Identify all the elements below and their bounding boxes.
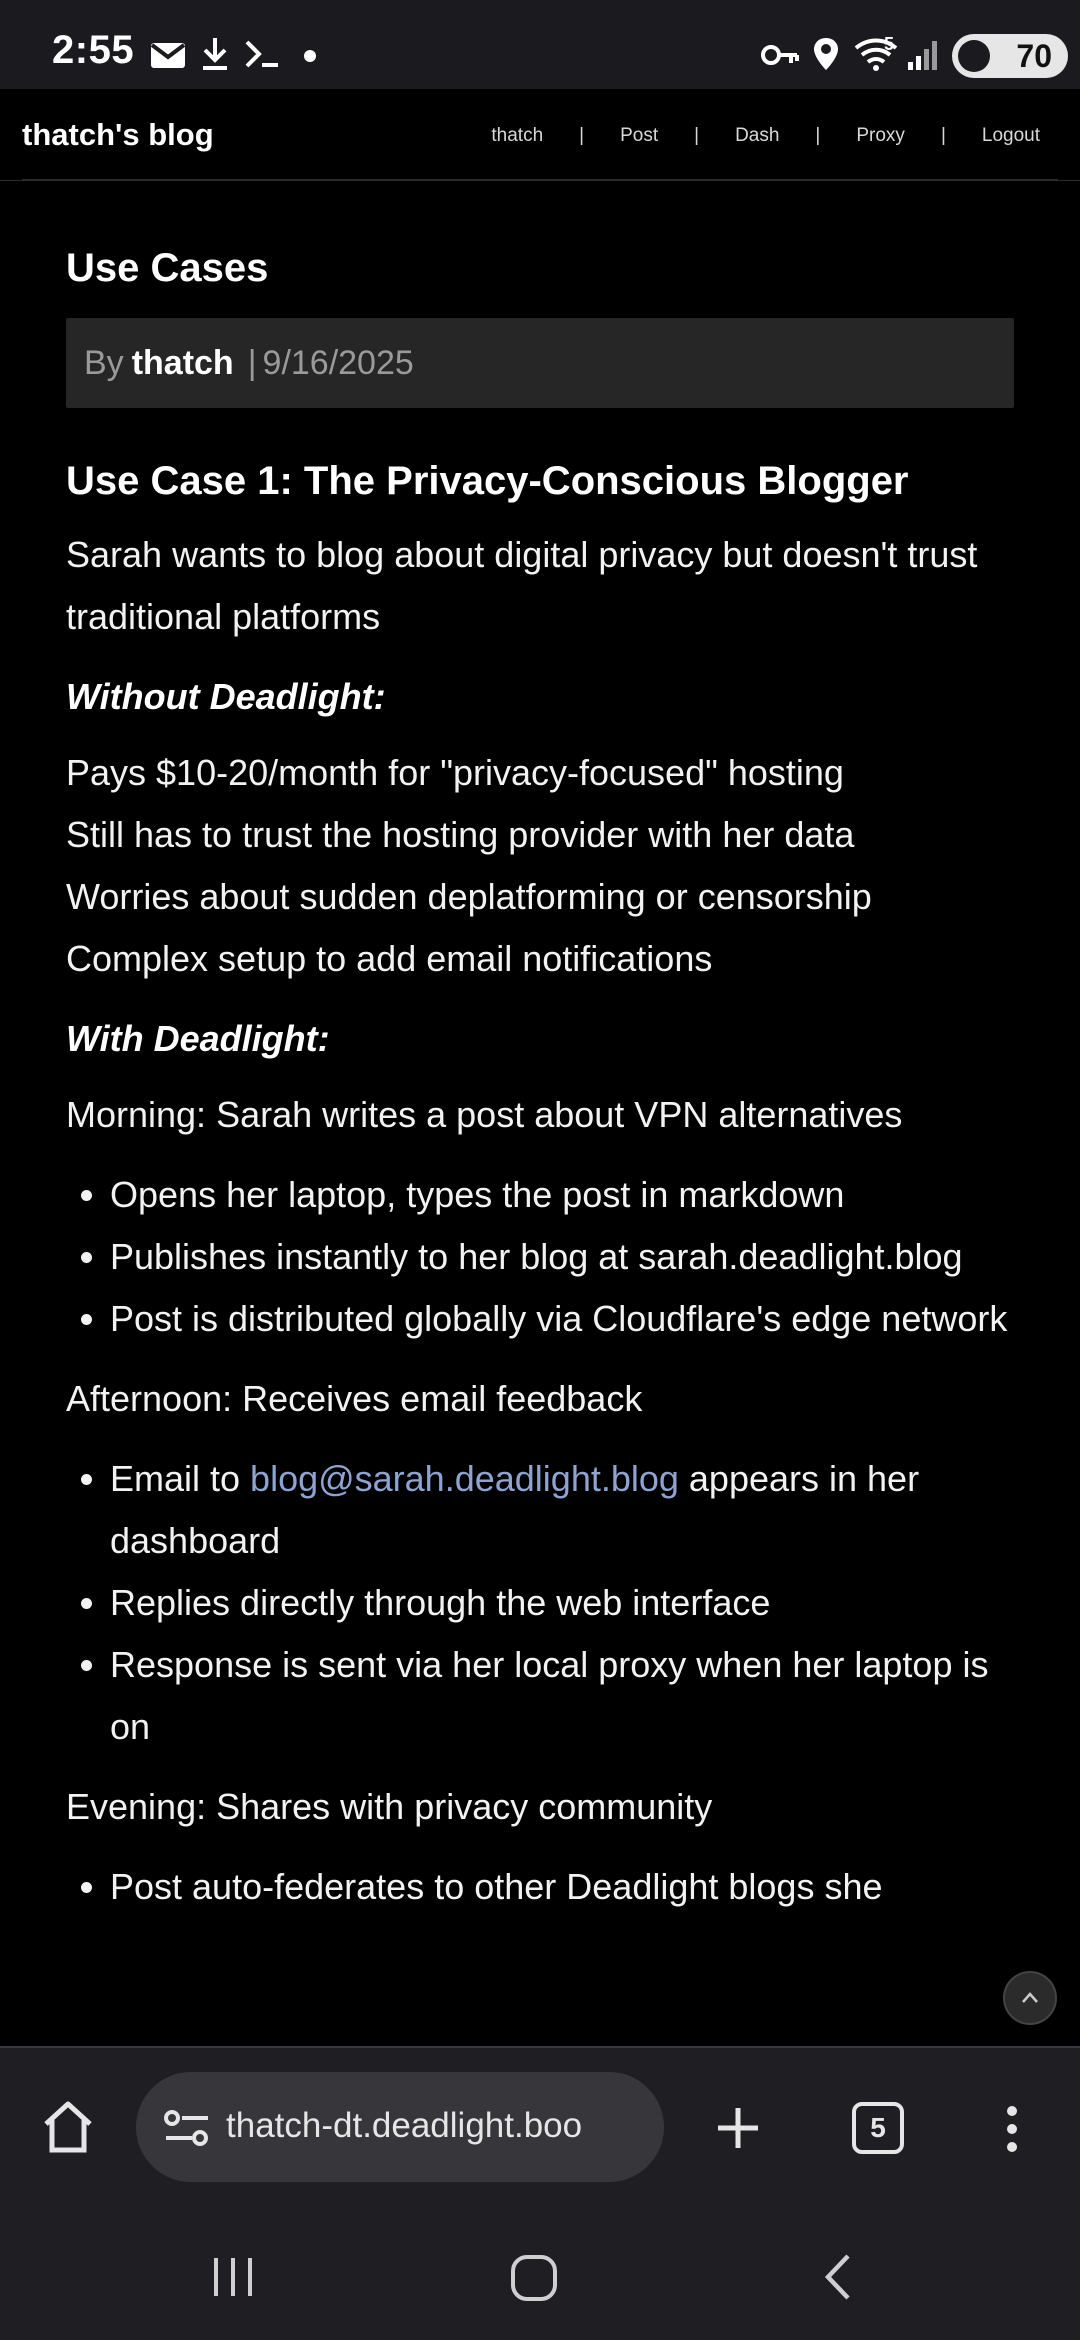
home-button[interactable]: [42, 2100, 94, 2159]
browser-toolbar: thatch-dt.deadlight.boo 5: [0, 2046, 1080, 2206]
location-icon: [812, 36, 840, 77]
afternoon-list: Email to blog@sarah.deadlight.blog appea…: [66, 1448, 1014, 1758]
morning-list: Opens her laptop, types the post in mark…: [66, 1164, 1014, 1350]
url-text: thatch-dt.deadlight.boo: [226, 2106, 583, 2145]
more-menu-button[interactable]: [1004, 2104, 1020, 2159]
recent-apps-icon: [214, 2258, 252, 2296]
new-tab-button[interactable]: [714, 2104, 762, 2157]
list-item: Post auto-federates to other Deadlight b…: [110, 1856, 1014, 1908]
nav-separator: |: [579, 125, 585, 146]
evening-list: Post auto-federates to other Deadlight b…: [66, 1856, 1014, 1908]
email-link[interactable]: blog@sarah.deadlight.blog: [250, 1458, 679, 1499]
system-navigation-bar: [0, 2206, 1080, 2340]
chevron-up-icon: [1022, 1992, 1038, 2003]
nav-link-proxy[interactable]: Proxy: [856, 125, 905, 147]
without-line: Still has to trust the hosting provider …: [66, 814, 855, 855]
battery-saver-icon: [958, 40, 990, 72]
gmail-icon: [150, 40, 186, 75]
tab-count: 5: [870, 2112, 886, 2143]
plus-icon: [718, 2108, 758, 2148]
nav-link-post[interactable]: Post: [620, 125, 658, 147]
without-heading: Without Deadlight:: [66, 676, 386, 717]
without-line: Pays $10-20/month for "privacy-focused" …: [66, 752, 844, 793]
site-settings-icon[interactable]: [164, 2108, 210, 2153]
signal-icon: [906, 38, 940, 77]
terminal-icon: [244, 38, 284, 75]
recent-apps-button[interactable]: [210, 2256, 256, 2303]
evening-paragraph: Evening: Shares with privacy community: [66, 1786, 713, 1827]
list-item: Opens her laptop, types the post in mark…: [110, 1164, 1014, 1226]
download-icon: [200, 36, 230, 77]
home-icon: [44, 2101, 92, 2153]
meta-author: thatch: [131, 343, 234, 382]
home-nav-button[interactable]: [510, 2254, 558, 2307]
nav-separator: |: [815, 125, 821, 146]
wifi-level-label: 5: [884, 34, 895, 54]
meta-date: 9/16/2025: [262, 343, 414, 382]
meta-separator: |: [247, 343, 257, 382]
post-article: Use Cases By thatch | 9/16/2025 Use Case…: [66, 240, 1014, 1908]
tab-switcher-button[interactable]: 5: [852, 2102, 904, 2154]
battery-level: 70: [1016, 37, 1052, 74]
list-item: Response is sent via her local proxy whe…: [110, 1634, 1014, 1758]
post-title: Use Cases: [66, 246, 269, 290]
site-nav: thatch | Post | Dash | Proxy | Logout: [491, 125, 1040, 147]
more-vert-icon: [1007, 2106, 1017, 2152]
post-meta: By thatch | 9/16/2025: [66, 318, 1014, 408]
list-item: Post is distributed globally via Cloudfl…: [110, 1288, 1014, 1350]
intro-paragraph: Sarah wants to blog about digital privac…: [66, 534, 978, 637]
section-heading: Use Case 1: The Privacy-Conscious Blogge…: [66, 459, 909, 503]
key-icon: [760, 40, 800, 75]
list-item: Publishes instantly to her blog at sarah…: [110, 1226, 1014, 1288]
status-bar: 2:55 5 70: [0, 0, 1080, 89]
afternoon-paragraph: Afternoon: Receives email feedback: [66, 1378, 643, 1419]
nav-link-logout[interactable]: Logout: [982, 125, 1040, 147]
morning-paragraph: Morning: Sarah writes a post about VPN a…: [66, 1094, 903, 1135]
meta-by: By: [84, 343, 124, 382]
without-list: Pays $10-20/month for "privacy-focused" …: [66, 742, 1014, 990]
email-prefix: Email to: [110, 1458, 251, 1499]
without-line: Worries about sudden deplatforming or ce…: [66, 876, 872, 917]
back-chevron-icon: [824, 2254, 850, 2300]
address-bar[interactable]: thatch-dt.deadlight.boo: [136, 2072, 664, 2182]
home-circle-icon: [511, 2255, 557, 2301]
nav-separator: |: [940, 125, 946, 146]
site-title[interactable]: thatch's blog: [22, 117, 214, 153]
without-line: Complex setup to add email notifications: [66, 938, 713, 979]
battery-indicator: 70: [952, 34, 1068, 78]
scroll-to-top-button[interactable]: [1003, 1971, 1057, 2025]
dot-icon: [303, 49, 317, 68]
list-item: Replies directly through the web interfa…: [110, 1572, 1014, 1634]
clock: 2:55: [52, 28, 135, 72]
nav-link-dash[interactable]: Dash: [735, 125, 779, 147]
back-button[interactable]: [820, 2252, 854, 2307]
list-item: Email to blog@sarah.deadlight.blog appea…: [110, 1448, 1014, 1572]
nav-link-thatch[interactable]: thatch: [491, 125, 543, 147]
header-divider: [22, 179, 1058, 180]
site-header: thatch's blog thatch | Post | Dash | Pro…: [0, 89, 1080, 181]
nav-separator: |: [694, 125, 700, 146]
with-heading: With Deadlight:: [66, 1018, 330, 1059]
